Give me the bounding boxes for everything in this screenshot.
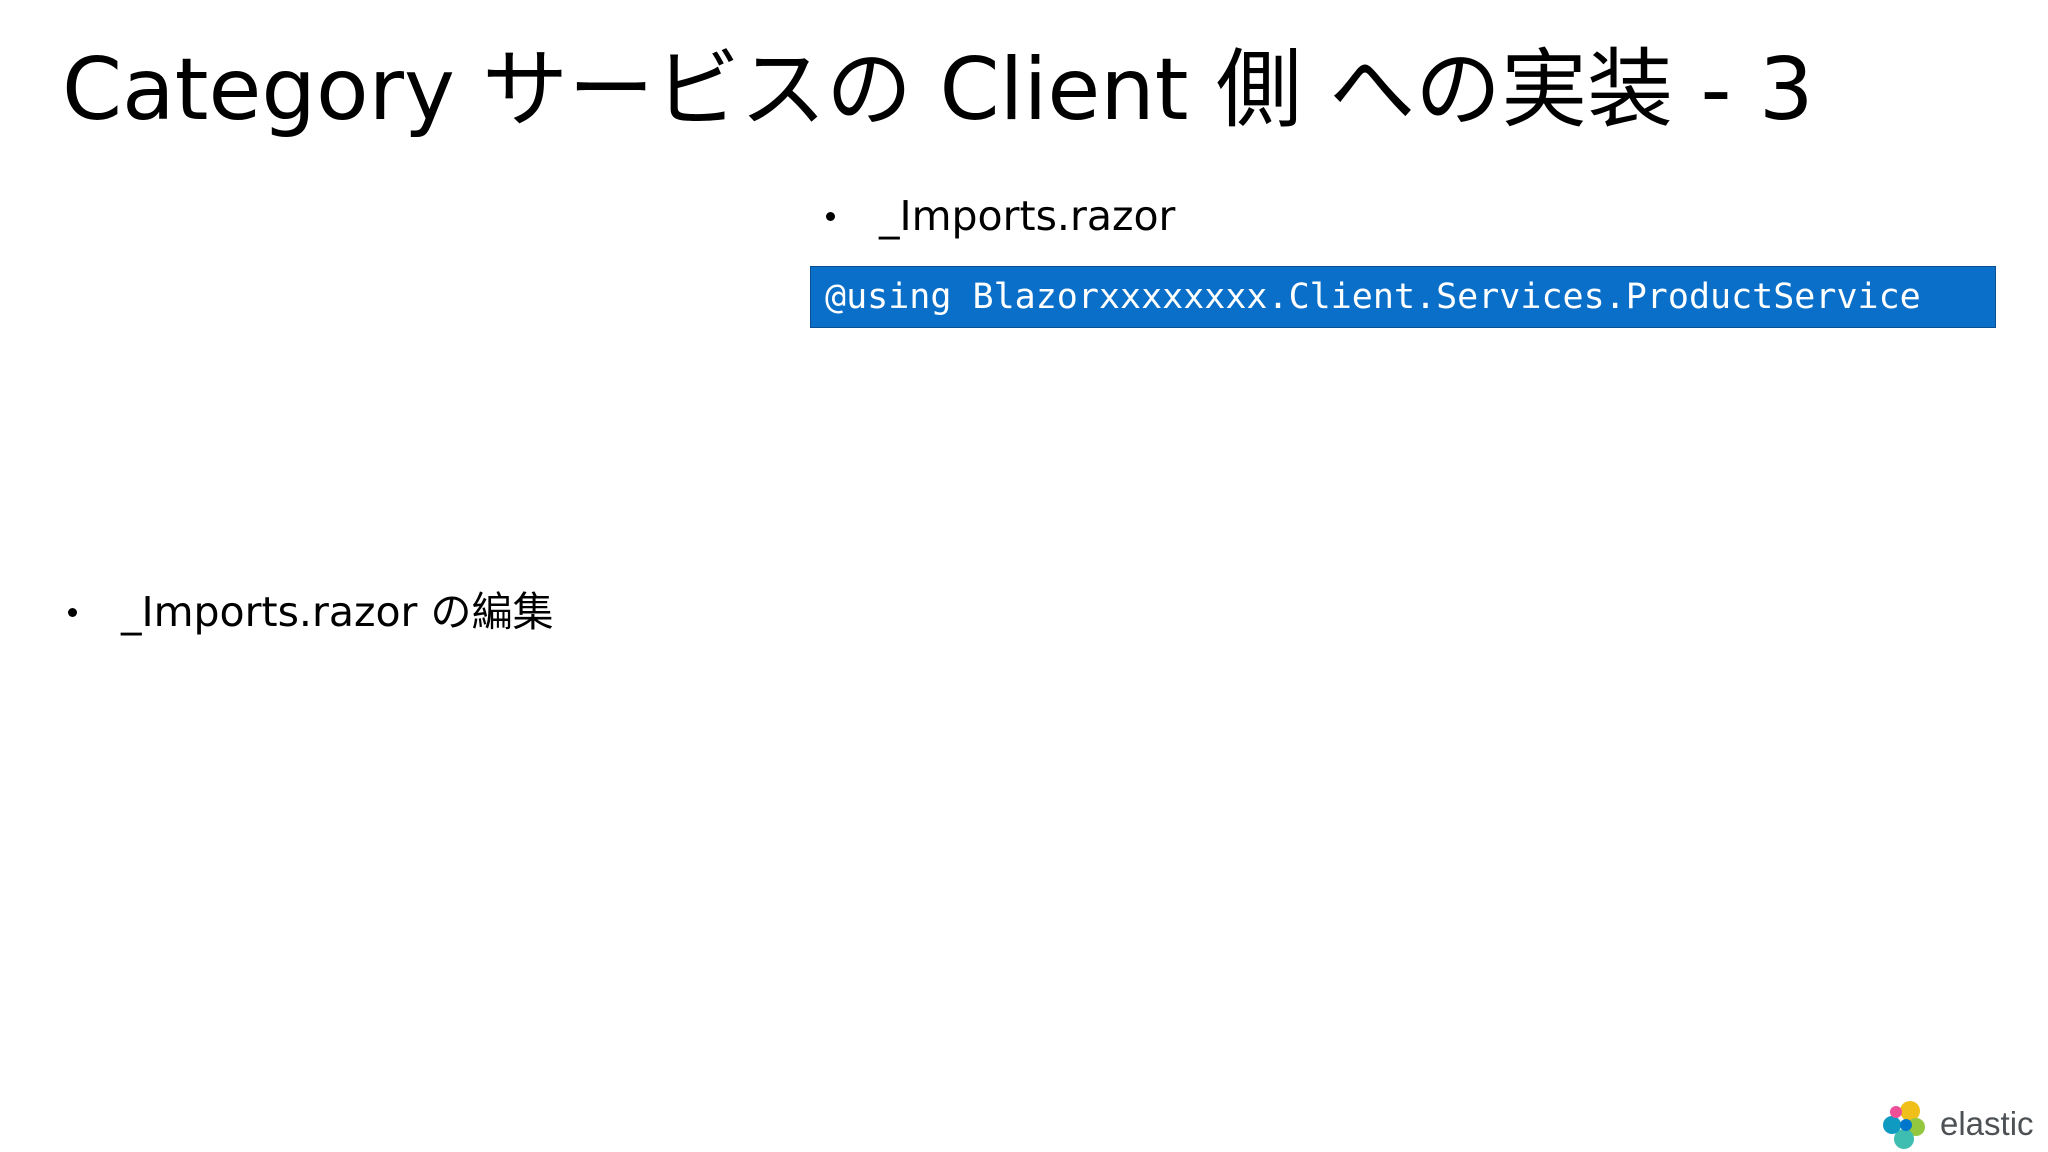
bullet-dot: [68, 607, 77, 617]
slide-title: Category サービスの Client 側 への実装 - 3: [62, 40, 1814, 140]
elastic-logo-icon: [1883, 1101, 1925, 1149]
bullet-item-edit-imports: _Imports.razor の編集: [68, 586, 553, 638]
logo-text: elastic: [1940, 1105, 2034, 1142]
elastic-logo: elastic: [1880, 1096, 2034, 1152]
bullet-text: _Imports.razor: [879, 192, 1176, 240]
code-block: @using Blazorxxxxxxxx.Client.Services.Pr…: [810, 266, 1996, 328]
code-line: @using Blazorxxxxxxxx.Client.Services.Pr…: [825, 277, 1921, 317]
bullet-text: _Imports.razor の編集: [121, 588, 554, 636]
bullet-item-imports-file: _Imports.razor: [826, 190, 1175, 242]
bullet-dot: [826, 211, 835, 221]
